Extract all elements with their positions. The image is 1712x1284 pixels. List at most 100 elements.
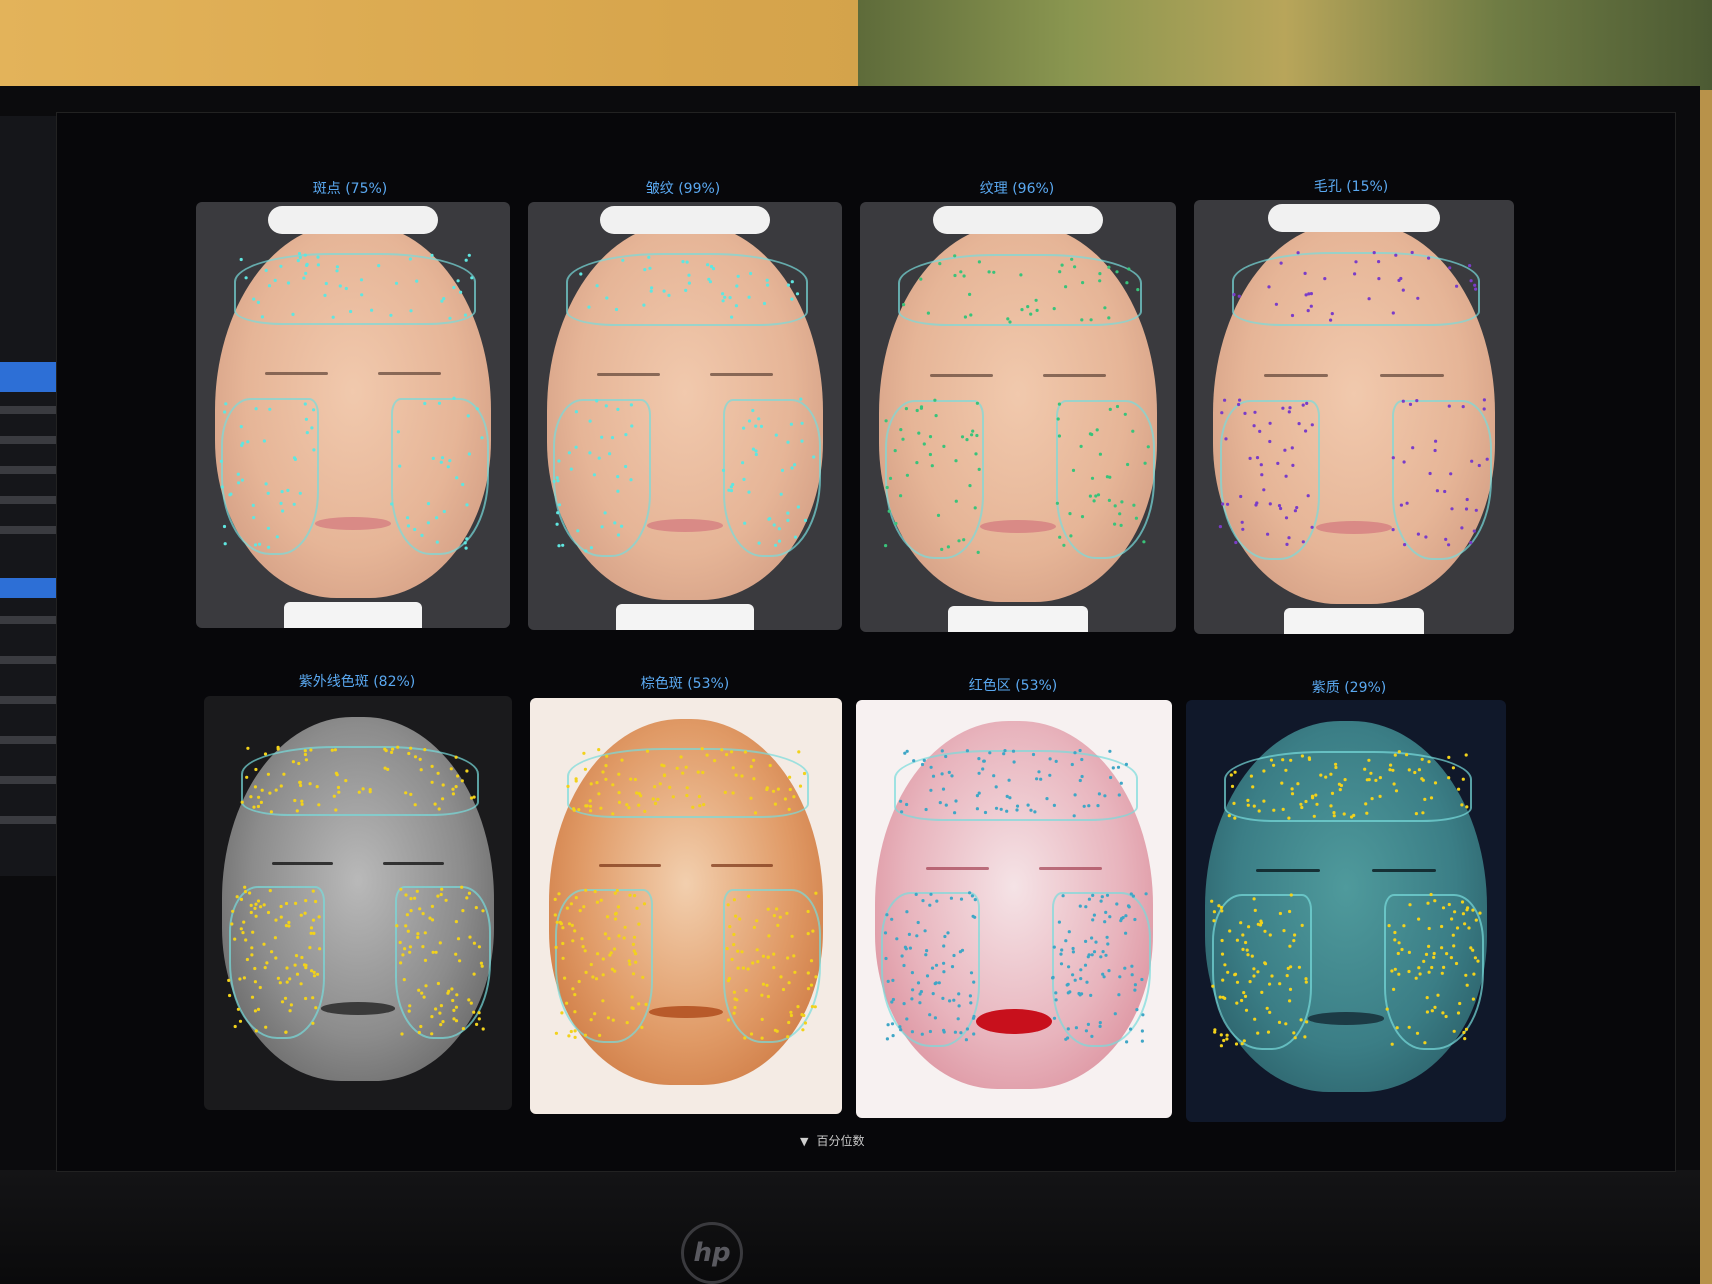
- detection-dot: [304, 417, 308, 421]
- detection-dot: [312, 448, 316, 452]
- detection-dot: [675, 766, 679, 770]
- detection-dot: [972, 1032, 976, 1036]
- detection-dot: [1252, 967, 1256, 971]
- detection-dot: [924, 807, 928, 812]
- detection-dot: [1144, 892, 1148, 896]
- detection-dot: [965, 1027, 969, 1031]
- detection-dot: [885, 485, 889, 490]
- detection-dot: [335, 265, 339, 269]
- detection-dot: [284, 1030, 288, 1034]
- detection-dot: [1119, 919, 1123, 923]
- detection-dot: [1319, 773, 1323, 777]
- detection-dot: [1052, 307, 1056, 311]
- detection-dot: [300, 955, 304, 960]
- detection-dot: [556, 511, 560, 515]
- face-image-uv-spots[interactable]: [204, 696, 512, 1110]
- detection-dot: [1284, 516, 1289, 520]
- detection-dot: [463, 541, 467, 545]
- detection-dot: [396, 745, 400, 749]
- detection-dot: [1299, 1018, 1303, 1022]
- detection-dot: [1134, 516, 1138, 520]
- monitor-bezel: [0, 1170, 1700, 1284]
- detection-dot: [1310, 525, 1314, 529]
- detection-dot: [291, 760, 295, 764]
- detection-dot: [1443, 489, 1447, 494]
- detection-dot: [1059, 962, 1064, 966]
- detection-dot: [976, 550, 980, 554]
- detection-dot: [1290, 792, 1295, 796]
- detection-dot: [417, 988, 421, 992]
- detection-dot: [228, 493, 232, 497]
- detection-dot: [1425, 1010, 1429, 1014]
- detection-dot: [588, 804, 593, 808]
- detection-dot: [1136, 288, 1140, 292]
- detection-dot: [726, 903, 730, 907]
- detection-dot: [902, 1002, 906, 1006]
- detection-dot: [954, 499, 958, 503]
- tile-label-texture: 纹理 (96%): [979, 181, 1055, 197]
- detection-dot: [456, 279, 460, 283]
- detection-dot: [890, 1022, 895, 1026]
- detection-dot: [920, 1032, 924, 1036]
- detection-dot: [467, 452, 471, 456]
- detection-dot: [1066, 991, 1070, 995]
- face-image-pores[interactable]: [1194, 200, 1514, 634]
- detection-dot: [732, 990, 736, 994]
- detection-dot: [1465, 805, 1469, 809]
- detection-dot: [778, 915, 782, 919]
- detection-dot: [733, 1005, 737, 1010]
- detection-dot: [766, 955, 770, 959]
- face-image-texture[interactable]: [860, 202, 1176, 632]
- detection-dot: [571, 987, 575, 991]
- detection-dot: [662, 764, 666, 768]
- detection-dot: [1220, 952, 1225, 956]
- detection-dot: [1342, 812, 1346, 816]
- face-image-porphyrins[interactable]: [1186, 700, 1506, 1122]
- detection-dot: [789, 422, 793, 426]
- detection-dot: [601, 999, 605, 1003]
- detection-dot: [637, 922, 641, 926]
- detection-dot: [1411, 446, 1415, 450]
- detection-dot: [800, 421, 804, 425]
- detection-dot: [917, 431, 921, 435]
- detection-dot: [1334, 762, 1338, 766]
- detection-markers: [884, 254, 1150, 554]
- detection-dot: [1440, 971, 1444, 975]
- detection-dot: [1034, 298, 1038, 302]
- detection-dot: [1469, 541, 1473, 545]
- tile-label-brown-spots: 棕色斑 (53%): [640, 676, 730, 692]
- detection-dot: [616, 533, 621, 537]
- detection-dot: [1471, 997, 1475, 1001]
- detection-dot: [1073, 793, 1077, 797]
- detection-dot: [588, 419, 592, 423]
- detection-dot: [1119, 781, 1123, 785]
- detection-dot: [738, 917, 742, 921]
- detection-dot: [700, 747, 704, 751]
- detection-dot: [1476, 959, 1480, 963]
- detection-dot: [632, 949, 636, 953]
- detection-dot: [888, 476, 893, 480]
- detection-dot: [1233, 770, 1237, 774]
- detection-dot: [757, 417, 761, 421]
- detection-dot: [1416, 532, 1420, 536]
- detection-dot: [814, 891, 818, 895]
- detection-dot: [1104, 910, 1108, 914]
- detection-dot: [441, 797, 445, 801]
- percentile-toggle[interactable]: ▼ 百分位数: [800, 1132, 864, 1150]
- detection-dot: [454, 952, 458, 956]
- detection-dot: [475, 1022, 479, 1026]
- face-image-wrinkles[interactable]: [528, 202, 842, 630]
- detection-dot: [1218, 995, 1222, 999]
- detection-dot: [308, 782, 312, 786]
- face-image-red-areas[interactable]: [856, 700, 1172, 1118]
- detection-dot: [772, 952, 776, 956]
- detection-dot: [1252, 974, 1256, 978]
- detection-dot: [620, 758, 624, 762]
- face-image-spots[interactable]: [196, 202, 510, 628]
- detection-dot: [740, 774, 744, 778]
- face-image-brown-spots[interactable]: [530, 698, 842, 1114]
- detection-dot: [312, 931, 316, 935]
- detection-dot: [1442, 965, 1446, 969]
- detection-dot: [1280, 781, 1284, 785]
- detection-dot: [344, 286, 348, 291]
